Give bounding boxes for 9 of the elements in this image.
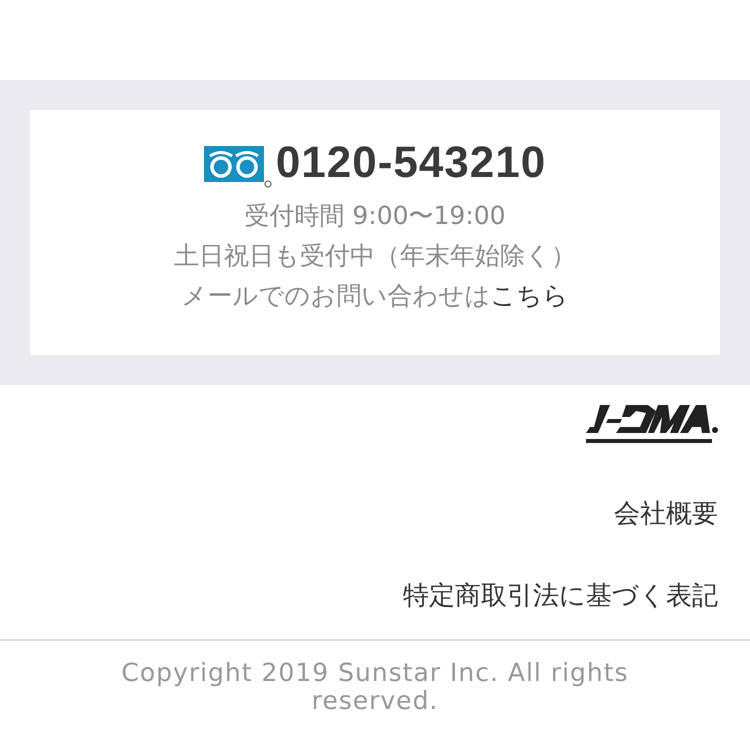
footer-link[interactable]: 会社概要 xyxy=(614,493,718,535)
hours-text: 受付時間 9:00〜19:00 xyxy=(244,200,506,232)
days-text: 土日祝日も受付中（年末年始除く） xyxy=(174,240,576,272)
mail-text: メールでのお問い合わせは xyxy=(182,280,490,312)
phone-number: 0120-543210 xyxy=(276,138,546,188)
footer-link[interactable]: 特定商取引法に基づく表記 xyxy=(403,575,718,617)
mail-link[interactable]: こちら xyxy=(490,276,568,316)
copyright-text: Copyright 2019 Sunstar Inc. All rights reserved. xyxy=(120,657,630,715)
free-dial-icon xyxy=(204,146,272,188)
